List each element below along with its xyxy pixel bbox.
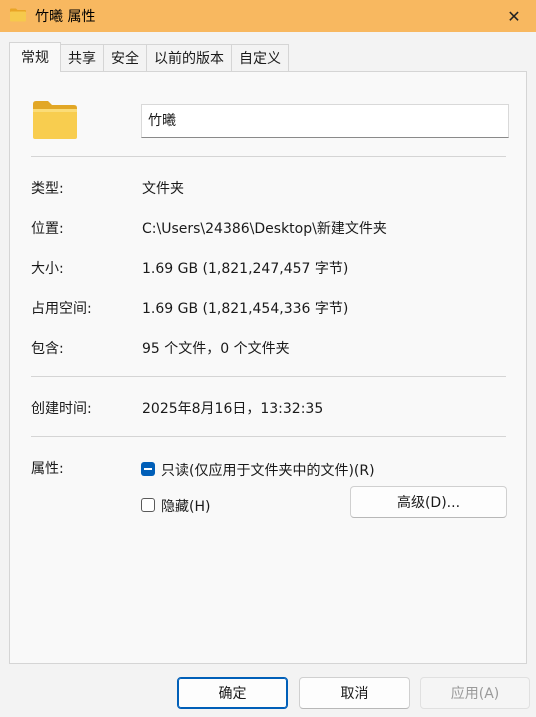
apply-button[interactable]: 应用(A) [420, 677, 530, 709]
close-button[interactable]: ✕ [492, 0, 536, 32]
hidden-checkbox[interactable] [141, 498, 155, 512]
large-folder-icon [33, 101, 77, 139]
size-label: 大小: [31, 261, 64, 277]
attributes-label: 属性: [31, 461, 64, 477]
folder-name-input[interactable]: 竹曦 [141, 104, 509, 138]
location-value: C:\Users\24386\Desktop\新建文件夹 [142, 221, 387, 237]
type-label: 类型: [31, 181, 64, 197]
close-icon: ✕ [507, 6, 521, 26]
tab-general[interactable]: 常规 [9, 42, 61, 72]
cancel-button[interactable]: 取消 [299, 677, 410, 709]
properties-window: 竹曦 属性 ✕ 常规 共享 安全 以前的版本 自定义 竹曦 类型: 文件夹 位置… [0, 0, 536, 717]
tab-strip: 常规 共享 安全 以前的版本 自定义 [9, 42, 289, 72]
title-bar[interactable]: 竹曦 属性 ✕ [0, 0, 536, 32]
window-title: 竹曦 属性 [35, 9, 96, 25]
tab-sharing[interactable]: 共享 [61, 44, 104, 71]
divider [31, 156, 506, 157]
size-on-disk-value: 1.69 GB (1,821,454,336 字节) [142, 301, 349, 317]
general-panel: 竹曦 类型: 文件夹 位置: C:\Users\24386\Desktop\新建… [9, 71, 527, 664]
hidden-label[interactable]: 隐藏(H) [161, 496, 210, 516]
size-on-disk-label: 占用空间: [31, 301, 92, 317]
created-label: 创建时间: [31, 401, 92, 417]
tab-customize[interactable]: 自定义 [232, 44, 289, 71]
tab-previous-versions[interactable]: 以前的版本 [147, 44, 232, 71]
readonly-checkbox[interactable] [141, 462, 155, 476]
size-value: 1.69 GB (1,821,247,457 字节) [142, 261, 349, 277]
advanced-button[interactable]: 高级(D)... [350, 486, 507, 518]
divider [31, 436, 506, 437]
contains-label: 包含: [31, 341, 64, 357]
readonly-label[interactable]: 只读(仅应用于文件夹中的文件)(R) [161, 460, 375, 480]
folder-icon [10, 8, 26, 22]
divider [31, 376, 506, 377]
location-label: 位置: [31, 221, 64, 237]
contains-value: 95 个文件，0 个文件夹 [142, 341, 290, 357]
tab-security[interactable]: 安全 [104, 44, 147, 71]
ok-button[interactable]: 确定 [177, 677, 288, 709]
created-value: 2025年8月16日，13:32:35 [142, 401, 324, 417]
type-value: 文件夹 [142, 181, 184, 197]
